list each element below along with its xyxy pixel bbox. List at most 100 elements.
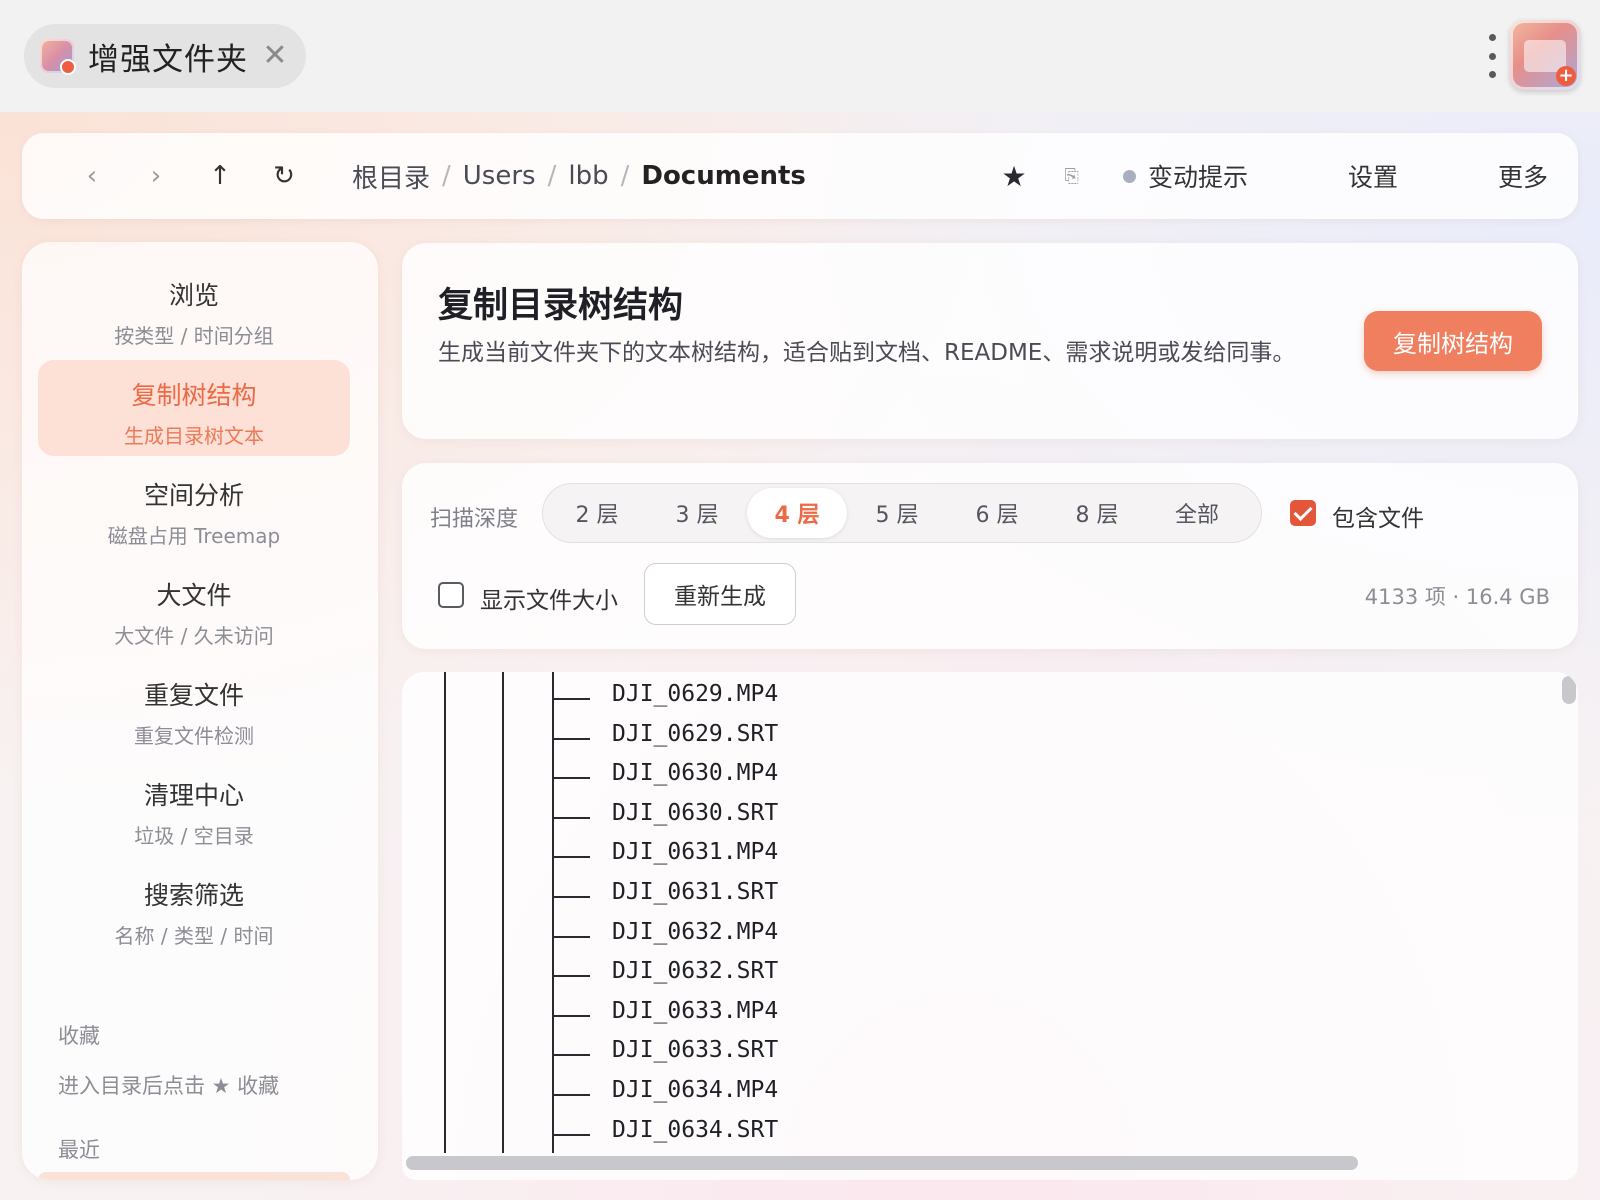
tree-file-name: DJI_0631.SRT <box>612 879 779 905</box>
show-size-label[interactable]: 显示文件大小 <box>480 581 618 615</box>
back-button[interactable]: ‹ <box>70 133 114 219</box>
app-tab-title: 增强文件夹 <box>88 41 248 78</box>
tree-file-name: DJI_0634.SRT <box>612 1116 779 1143</box>
tree-output-panel[interactable]: DJI_0629.MP4 DJI_0629.SRT DJI_0630.MP4 DJI_… <box>402 672 1578 1180</box>
app-folder-icon <box>40 39 76 75</box>
tree-branch-connector <box>552 750 592 797</box>
tree-branch-connector <box>552 1106 592 1153</box>
sidebar: 浏览 按类型 / 时间分组 复制树结构 生成目录树文本 空间分析 磁盘占用 Tr… <box>22 242 378 1180</box>
tree-file-name: DJI_0631.MP4 <box>612 839 779 866</box>
scan-depth-label: 扫描深度 <box>430 507 519 532</box>
sidebar-item-subtitle: 垃圾 / 空目录 <box>134 824 254 848</box>
copy-tree-button[interactable]: 复制树结构 <box>1364 311 1542 371</box>
sidebar-item-subtitle: 重复文件检测 <box>134 724 254 748</box>
tree-file-name: DJI_0634.MP4 <box>612 1077 779 1103</box>
tree-file-name: DJI_0630.SRT <box>612 799 779 826</box>
tree-branch-connector <box>552 1027 592 1074</box>
tree-file-name: DJI_0629.MP4 <box>612 681 779 707</box>
navigation-bar: ‹ › ↑ ↻ 根目录 / Users / lbb / Documents ★ … <box>22 133 1578 219</box>
tree-guide-line <box>444 1106 446 1153</box>
app-logo-icon <box>1510 20 1580 90</box>
favorites-heading: 收藏 <box>58 1024 100 1048</box>
sidebar-item-subtitle: 按类型 / 时间分组 <box>114 324 274 348</box>
sidebar-item-large-files[interactable]: 大文件 大文件 / 久未访问 <box>38 560 350 656</box>
sidebar-item-title: 重复文件 <box>143 681 244 710</box>
depth-option-6[interactable]: 6 层 <box>947 488 1047 538</box>
vertical-scrollbar[interactable] <box>1562 676 1576 704</box>
breadcrumb: 根目录 / Users / lbb / Documents <box>352 133 806 219</box>
breadcrumb-current[interactable]: Documents <box>641 161 806 191</box>
sidebar-item-space-analysis[interactable]: 空间分析 磁盘占用 Treemap <box>38 460 350 556</box>
options-card: 扫描深度 2 层 3 层 4 层 5 层 6 层 8 层 全部 包含文件 显示文… <box>402 463 1578 649</box>
tree-line: DJI_0634.SRT <box>402 1106 1402 1153</box>
forward-button[interactable]: › <box>134 133 178 219</box>
tree-branch-connector <box>552 948 592 995</box>
breadcrumb-root[interactable]: 根目录 <box>352 158 430 195</box>
app-tab[interactable]: 增强文件夹 ✕ <box>24 24 306 88</box>
include-files-checkbox[interactable] <box>1290 500 1316 526</box>
horizontal-scrollbar[interactable] <box>406 1156 1358 1170</box>
tree-branch-connector <box>552 987 592 1034</box>
include-files-label[interactable]: 包含文件 <box>1332 499 1424 533</box>
depth-option-3[interactable]: 3 层 <box>647 488 747 538</box>
tree-file-name: DJI_0632.SRT <box>612 958 779 985</box>
tree-branch-connector <box>552 908 592 955</box>
breadcrumb-separator: / <box>547 161 557 191</box>
tree-branch-connector <box>552 789 592 836</box>
sidebar-item-copy-tree[interactable]: 复制树结构 生成目录树文本 <box>38 360 350 456</box>
up-button[interactable]: ↑ <box>198 133 242 219</box>
nav-actions: ★ ⎘ 变动提示 设置 更多 <box>1001 133 1548 219</box>
refresh-button[interactable]: ↻ <box>262 133 306 219</box>
header-card: 复制目录树结构 生成当前文件夹下的文本树结构，适合贴到文档、README、需求说… <box>402 243 1578 439</box>
sidebar-item-duplicates[interactable]: 重复文件 重复文件检测 <box>38 660 350 756</box>
title-bar: 增强文件夹 ✕ <box>0 0 1600 112</box>
recent-item-peek[interactable] <box>38 1172 350 1180</box>
tree-branch-connector <box>552 672 592 717</box>
breadcrumb-lbb[interactable]: lbb <box>568 161 608 191</box>
tree-file-name: DJI_0633.SRT <box>612 1037 779 1064</box>
breadcrumb-separator: / <box>442 161 451 191</box>
page-title: 复制目录树结构 <box>438 286 684 326</box>
tree-branch-connector <box>552 1067 592 1113</box>
tree-file-name: DJI_0630.MP4 <box>612 760 779 787</box>
sidebar-item-title: 空间分析 <box>143 481 244 510</box>
copy-path-icon[interactable]: ⎘ <box>1065 166 1079 187</box>
change-notice-button[interactable]: 变动提示 <box>1148 158 1248 194</box>
depth-option-all[interactable]: 全部 <box>1147 488 1247 538</box>
sidebar-item-title: 复制树结构 <box>131 381 257 410</box>
sidebar-item-subtitle: 大文件 / 久未访问 <box>114 624 274 648</box>
sidebar-item-title: 搜索筛选 <box>143 881 244 910</box>
kebab-menu-icon[interactable] <box>1486 34 1498 78</box>
sidebar-item-subtitle: 磁盘占用 Treemap <box>107 524 281 548</box>
recent-heading: 最近 <box>58 1138 100 1162</box>
tree-file-name: DJI_0629.SRT <box>612 720 779 747</box>
status-dot-icon <box>1122 169 1136 183</box>
sidebar-item-title: 大文件 <box>156 581 232 610</box>
more-button[interactable]: 更多 <box>1498 158 1548 194</box>
tree-file-name: DJI_0632.MP4 <box>612 918 779 945</box>
breadcrumb-users[interactable]: Users <box>463 161 536 191</box>
sidebar-item-title: 浏览 <box>168 281 219 310</box>
show-size-checkbox[interactable] <box>438 582 464 608</box>
sidebar-item-subtitle: 生成目录树文本 <box>124 424 264 448</box>
sidebar-item-browse[interactable]: 浏览 按类型 / 时间分组 <box>38 260 350 356</box>
page-description: 生成当前文件夹下的文本树结构，适合贴到文档、README、需求说明或发给同事。 <box>438 340 1296 366</box>
sidebar-item-search-filter[interactable]: 搜索筛选 名称 / 类型 / 时间 <box>38 860 350 956</box>
tree-branch-connector <box>552 829 592 876</box>
breadcrumb-separator: / <box>620 161 630 191</box>
depth-option-5[interactable]: 5 层 <box>847 488 947 538</box>
settings-button[interactable]: 设置 <box>1348 158 1398 194</box>
depth-option-2[interactable]: 2 层 <box>547 488 647 538</box>
sidebar-item-subtitle: 名称 / 类型 / 时间 <box>114 924 274 948</box>
sidebar-item-title: 清理中心 <box>143 781 244 810</box>
depth-option-4[interactable]: 4 层 <box>747 488 847 538</box>
sidebar-item-cleanup[interactable]: 清理中心 垃圾 / 空目录 <box>38 760 350 856</box>
close-icon[interactable]: ✕ <box>260 41 290 71</box>
star-icon[interactable]: ★ <box>1001 160 1026 193</box>
depth-option-8[interactable]: 8 层 <box>1047 488 1147 538</box>
tree-file-name: DJI_0633.MP4 <box>612 997 779 1024</box>
tree-branch-connector <box>552 710 592 757</box>
scan-depth-segmented-control: 2 层 3 层 4 层 5 层 6 层 8 层 全部 <box>542 483 1262 543</box>
item-stats: 4133 项 · 16.4 GB <box>1364 585 1550 609</box>
regenerate-button[interactable]: 重新生成 <box>644 563 796 625</box>
